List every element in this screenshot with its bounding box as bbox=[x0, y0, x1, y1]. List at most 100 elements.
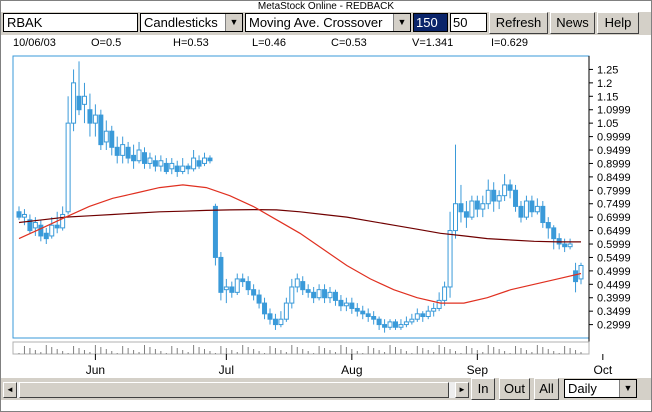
candle-body bbox=[141, 152, 147, 164]
candle-body bbox=[573, 270, 579, 283]
symbol-input[interactable]: RBAK bbox=[3, 13, 138, 32]
candle-body bbox=[212, 205, 218, 258]
candle-body bbox=[207, 157, 213, 162]
candle-body bbox=[196, 160, 202, 167]
candle-body bbox=[360, 310, 366, 315]
zoom-out-button[interactable]: Out bbox=[499, 378, 530, 400]
ma-short-period-input[interactable]: 50 bbox=[450, 13, 487, 32]
help-button[interactable]: Help bbox=[597, 12, 639, 34]
candle-body bbox=[109, 130, 115, 148]
candle-body bbox=[371, 316, 377, 320]
window-title: MetaStock Online - REDBACK bbox=[257, 1, 395, 12]
candle-body bbox=[480, 203, 486, 210]
period-value: Daily bbox=[568, 381, 597, 396]
quote-info-bar: 10/06/03 O=0.5 H=0.53 L=0.46 C=0.53 V=1.… bbox=[1, 36, 651, 50]
candle-body bbox=[16, 211, 22, 218]
y-tick-label: 0.2999 bbox=[597, 320, 631, 332]
chevron-down-icon[interactable]: ▼ bbox=[393, 14, 410, 31]
info-high: H=0.53 bbox=[173, 37, 209, 49]
period-select[interactable]: Daily ▼ bbox=[564, 379, 637, 398]
candle-body bbox=[174, 165, 180, 172]
y-tick-label: 0.4999 bbox=[597, 266, 631, 278]
chevron-down-icon[interactable]: ▼ bbox=[225, 14, 242, 31]
candle-body bbox=[87, 109, 93, 124]
candle-body bbox=[496, 195, 502, 202]
ma-long-period-input[interactable]: 150 bbox=[413, 13, 448, 32]
candle-body bbox=[403, 321, 409, 326]
y-tick-label: 0.5499 bbox=[597, 252, 631, 264]
y-tick-label: 1.05 bbox=[597, 118, 618, 130]
candle-body bbox=[300, 281, 306, 291]
news-button[interactable]: News bbox=[550, 12, 595, 34]
candle-body bbox=[60, 213, 66, 229]
zoom-in-button[interactable]: In bbox=[471, 378, 495, 400]
candle-body bbox=[98, 114, 104, 146]
y-tick-label: 0.6999 bbox=[597, 212, 631, 224]
x-tick-label: Oct bbox=[593, 363, 612, 377]
candle-body bbox=[147, 157, 153, 164]
price-chart[interactable]: 1.25 1.21.15 1.09991.05 0.99990.94990.8999 0… bbox=[1, 50, 651, 378]
candle-body bbox=[131, 154, 137, 162]
candle-body bbox=[185, 165, 191, 170]
indicator-value: Moving Ave. Crossover bbox=[249, 15, 383, 30]
candle-body bbox=[349, 302, 355, 309]
candle-body bbox=[305, 289, 311, 293]
candle-body bbox=[262, 302, 268, 315]
scroll-left-button[interactable]: ◄ bbox=[3, 382, 17, 398]
candle-body bbox=[278, 318, 284, 326]
y-tick-label: 0.6499 bbox=[597, 226, 631, 238]
chevron-down-icon[interactable]: ▼ bbox=[619, 380, 636, 397]
info-open: O=0.5 bbox=[91, 37, 122, 49]
y-tick-label: 0.7499 bbox=[597, 199, 631, 211]
candle-body bbox=[191, 157, 197, 170]
candle-body bbox=[120, 144, 126, 156]
candle-body bbox=[103, 130, 109, 143]
candle-body bbox=[425, 310, 431, 318]
y-tick-label: 0.9499 bbox=[597, 145, 631, 157]
candle-body bbox=[420, 313, 426, 318]
candle-body bbox=[540, 205, 546, 224]
refresh-button[interactable]: Refresh bbox=[489, 12, 548, 34]
candle-body bbox=[43, 232, 49, 240]
y-tick-label: 0.3999 bbox=[597, 293, 631, 305]
scroll-thumb[interactable] bbox=[19, 382, 449, 398]
candle-body bbox=[529, 200, 535, 213]
candle-body bbox=[180, 165, 186, 172]
candle-body bbox=[38, 224, 44, 237]
indicator-select[interactable]: Moving Ave. Crossover ▼ bbox=[245, 13, 411, 32]
y-tick-label: 0.4499 bbox=[597, 279, 631, 291]
chart-type-select[interactable]: Candlesticks ▼ bbox=[140, 13, 243, 32]
candle-body bbox=[545, 222, 551, 229]
candle-body bbox=[567, 243, 573, 248]
zoom-all-button[interactable]: All bbox=[534, 378, 559, 400]
candle-body bbox=[251, 289, 257, 296]
candle-body bbox=[578, 264, 584, 280]
candle-body bbox=[202, 157, 208, 164]
y-tick-label: 0.7999 bbox=[597, 185, 631, 197]
y-tick-label: 0.9999 bbox=[597, 132, 631, 144]
candle-body bbox=[125, 146, 131, 159]
candle-body bbox=[240, 278, 246, 283]
plot-area bbox=[12, 55, 590, 339]
candle-body bbox=[76, 95, 82, 111]
candle-body bbox=[518, 205, 524, 218]
candle-body bbox=[322, 289, 328, 299]
scroll-right-button[interactable]: ► bbox=[455, 382, 469, 398]
candle-body bbox=[332, 291, 338, 301]
candle-body bbox=[458, 203, 464, 213]
candle-body bbox=[343, 302, 349, 307]
candle-body bbox=[158, 160, 164, 167]
candle-body bbox=[169, 162, 175, 170]
candle-body bbox=[229, 286, 235, 293]
candle-body bbox=[409, 318, 415, 323]
candle-body bbox=[502, 184, 508, 197]
candle-body bbox=[398, 324, 404, 328]
candle-body bbox=[234, 278, 240, 293]
candle-body bbox=[414, 313, 420, 320]
candle-body bbox=[114, 146, 120, 156]
candle-body bbox=[491, 189, 497, 202]
candle-body bbox=[534, 205, 540, 213]
candle-body bbox=[289, 286, 295, 304]
candle-body bbox=[136, 149, 142, 162]
candle-body bbox=[294, 278, 300, 288]
